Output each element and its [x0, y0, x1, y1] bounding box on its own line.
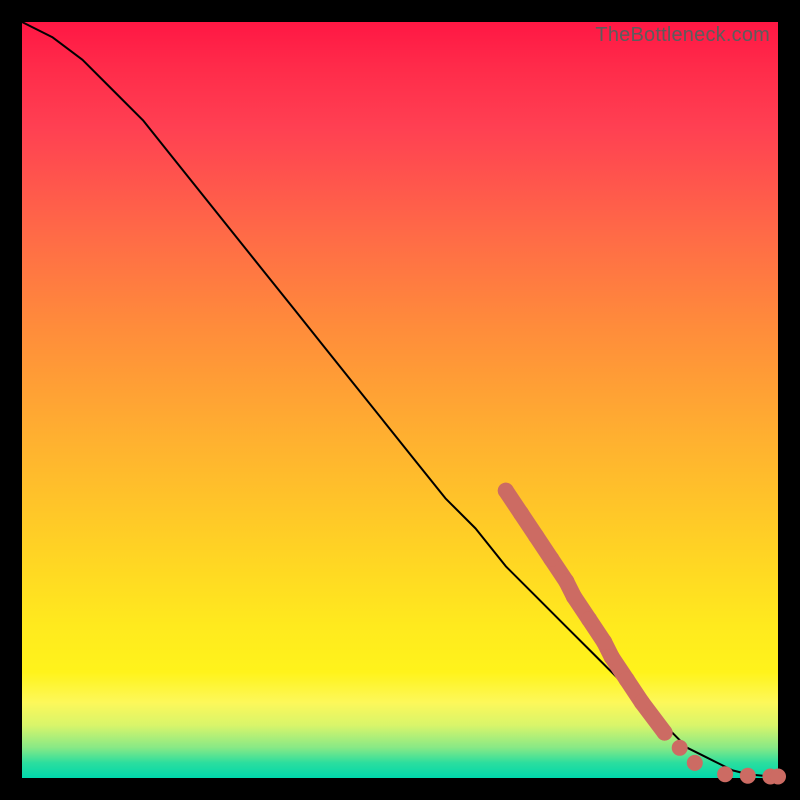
highlight-dot [498, 483, 514, 499]
highlight-dot [672, 740, 688, 756]
highlight-dot [740, 768, 756, 784]
chart-frame: TheBottleneck.com [0, 0, 800, 800]
highlight-dot [558, 573, 574, 589]
bottleneck-line [22, 22, 778, 777]
highlight-dots [498, 483, 786, 785]
highlight-dot [634, 694, 650, 710]
highlight-dot [566, 589, 582, 605]
curve-svg [22, 22, 778, 778]
highlight-dot [528, 528, 544, 544]
highlight-dot [596, 634, 612, 650]
highlight-dot [770, 769, 786, 785]
highlight-dot [657, 725, 673, 741]
highlight-dot [619, 672, 635, 688]
highlight-dot [543, 551, 559, 567]
highlight-dot [604, 649, 620, 665]
highlight-dot [717, 766, 733, 782]
highlight-dot [581, 611, 597, 627]
plot-area: TheBottleneck.com [22, 22, 778, 778]
highlight-dot [513, 505, 529, 521]
highlight-dot [687, 755, 703, 771]
